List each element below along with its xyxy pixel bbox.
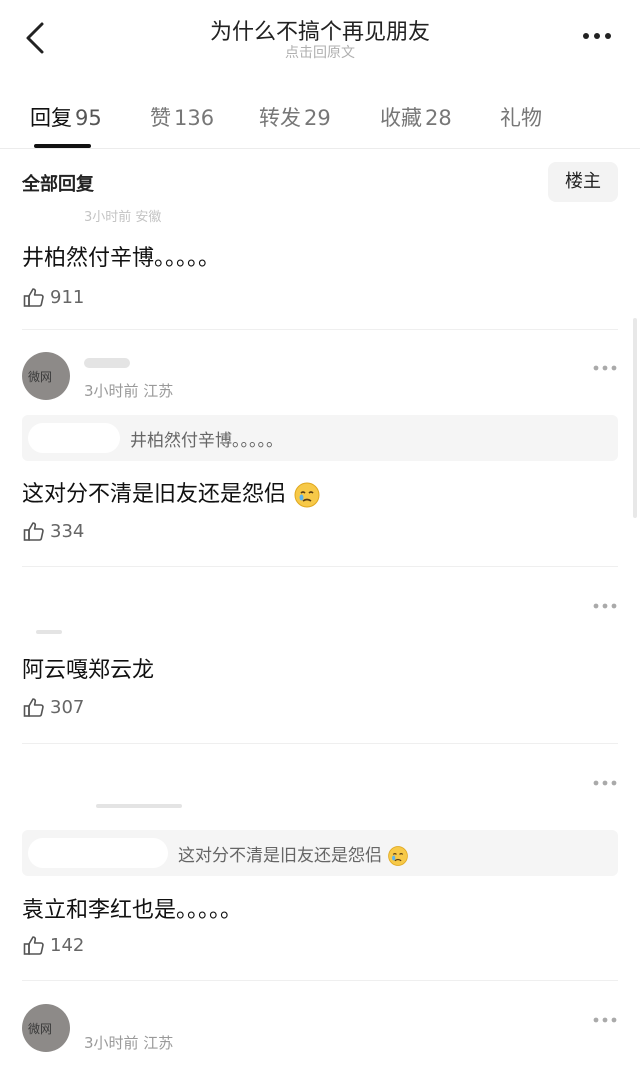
tabs-divider: [0, 148, 640, 149]
tab-label: 礼物: [500, 106, 542, 130]
tab-count: 136: [174, 106, 215, 130]
quoted-text: 这对分不清是旧友还是怨侣: [178, 841, 409, 867]
tab-reposts[interactable]: 转发 29: [259, 102, 331, 132]
like-count: 911: [50, 287, 85, 308]
quoted-username-blurred: [28, 838, 168, 868]
avatar[interactable]: 微网: [22, 1004, 70, 1052]
comment-divider: [22, 980, 618, 981]
comment-divider: [22, 743, 618, 744]
avatar[interactable]: 微网: [22, 352, 70, 400]
tab-label: 回复: [30, 106, 72, 130]
quoted-text: 井柏然付辛博。。。。。: [130, 431, 283, 451]
tab-label: 转发: [259, 106, 301, 130]
tab-label: 赞: [150, 106, 171, 130]
comment-divider: [22, 329, 618, 330]
comment-text: 井柏然付辛博。。。。。: [22, 246, 221, 271]
username-blurred[interactable]: [96, 804, 182, 808]
avatar-watermark: 微网: [28, 1022, 53, 1036]
more-options-button[interactable]: [580, 24, 614, 48]
comment-meta: 3小时前 江苏: [84, 1034, 174, 1052]
like-count: 307: [50, 697, 85, 718]
more-dots-icon: [593, 1017, 617, 1023]
tab-count: 95: [75, 106, 102, 130]
back-to-original-link[interactable]: 点击回原文: [0, 42, 640, 62]
thumbs-up-icon: [23, 288, 44, 307]
like-count: 334: [50, 521, 85, 542]
comment-meta: 3小时前 安徽: [84, 210, 162, 225]
avatar-watermark: 微网: [28, 370, 53, 384]
scrollbar[interactable]: [633, 318, 637, 518]
comment-text: 袁立和李红也是。。。。。: [22, 898, 243, 923]
crying-face-icon: [388, 846, 409, 866]
comment-more-button[interactable]: [592, 1010, 618, 1023]
tab-count: 29: [304, 106, 331, 130]
owner-filter-button[interactable]: 楼主: [548, 162, 618, 202]
tab-bar: 回复 95 赞 136 转发 29 收藏 28 礼物: [0, 92, 640, 150]
comment-meta: 3小时前 江苏: [84, 382, 174, 400]
thumbs-up-icon: [23, 522, 44, 541]
tab-gifts[interactable]: 礼物: [500, 102, 542, 132]
comment-text-content: 这对分不清是旧友还是怨侣: [22, 482, 287, 507]
tab-likes[interactable]: 赞 136: [150, 102, 214, 132]
comment-more-button[interactable]: [592, 596, 618, 609]
comment-more-button[interactable]: [592, 773, 618, 786]
username-blurred[interactable]: [36, 630, 62, 634]
comment-text: 阿云嘎郑云龙: [22, 658, 155, 683]
all-replies-label: 全部回复: [22, 174, 94, 195]
quoted-reply[interactable]: 井柏然付辛博。。。。。: [22, 415, 618, 461]
quoted-username-blurred: [28, 423, 120, 453]
quoted-reply[interactable]: 这对分不清是旧友还是怨侣: [22, 830, 618, 876]
like-count: 142: [50, 935, 85, 956]
comment-divider: [22, 566, 618, 567]
more-dots-icon: [593, 780, 617, 786]
more-dots-icon: [583, 33, 611, 39]
tab-replies[interactable]: 回复 95: [30, 102, 102, 132]
tab-favorites[interactable]: 收藏 28: [380, 102, 452, 132]
comment-more-button[interactable]: [592, 358, 618, 371]
comment-text: 这对分不清是旧友还是怨侣: [22, 476, 321, 509]
crying-face-icon: [294, 482, 320, 508]
thumbs-up-icon: [23, 698, 44, 717]
tab-count: 28: [425, 106, 452, 130]
quoted-text-content: 这对分不清是旧友还是怨侣: [178, 846, 382, 866]
thumbs-up-icon: [23, 936, 44, 955]
more-dots-icon: [593, 365, 617, 371]
tab-label: 收藏: [380, 106, 422, 130]
username-blurred[interactable]: [84, 358, 130, 368]
top-bar: 为什么不搞个再见朋友 点击回原文: [0, 0, 640, 78]
more-dots-icon: [593, 603, 617, 609]
